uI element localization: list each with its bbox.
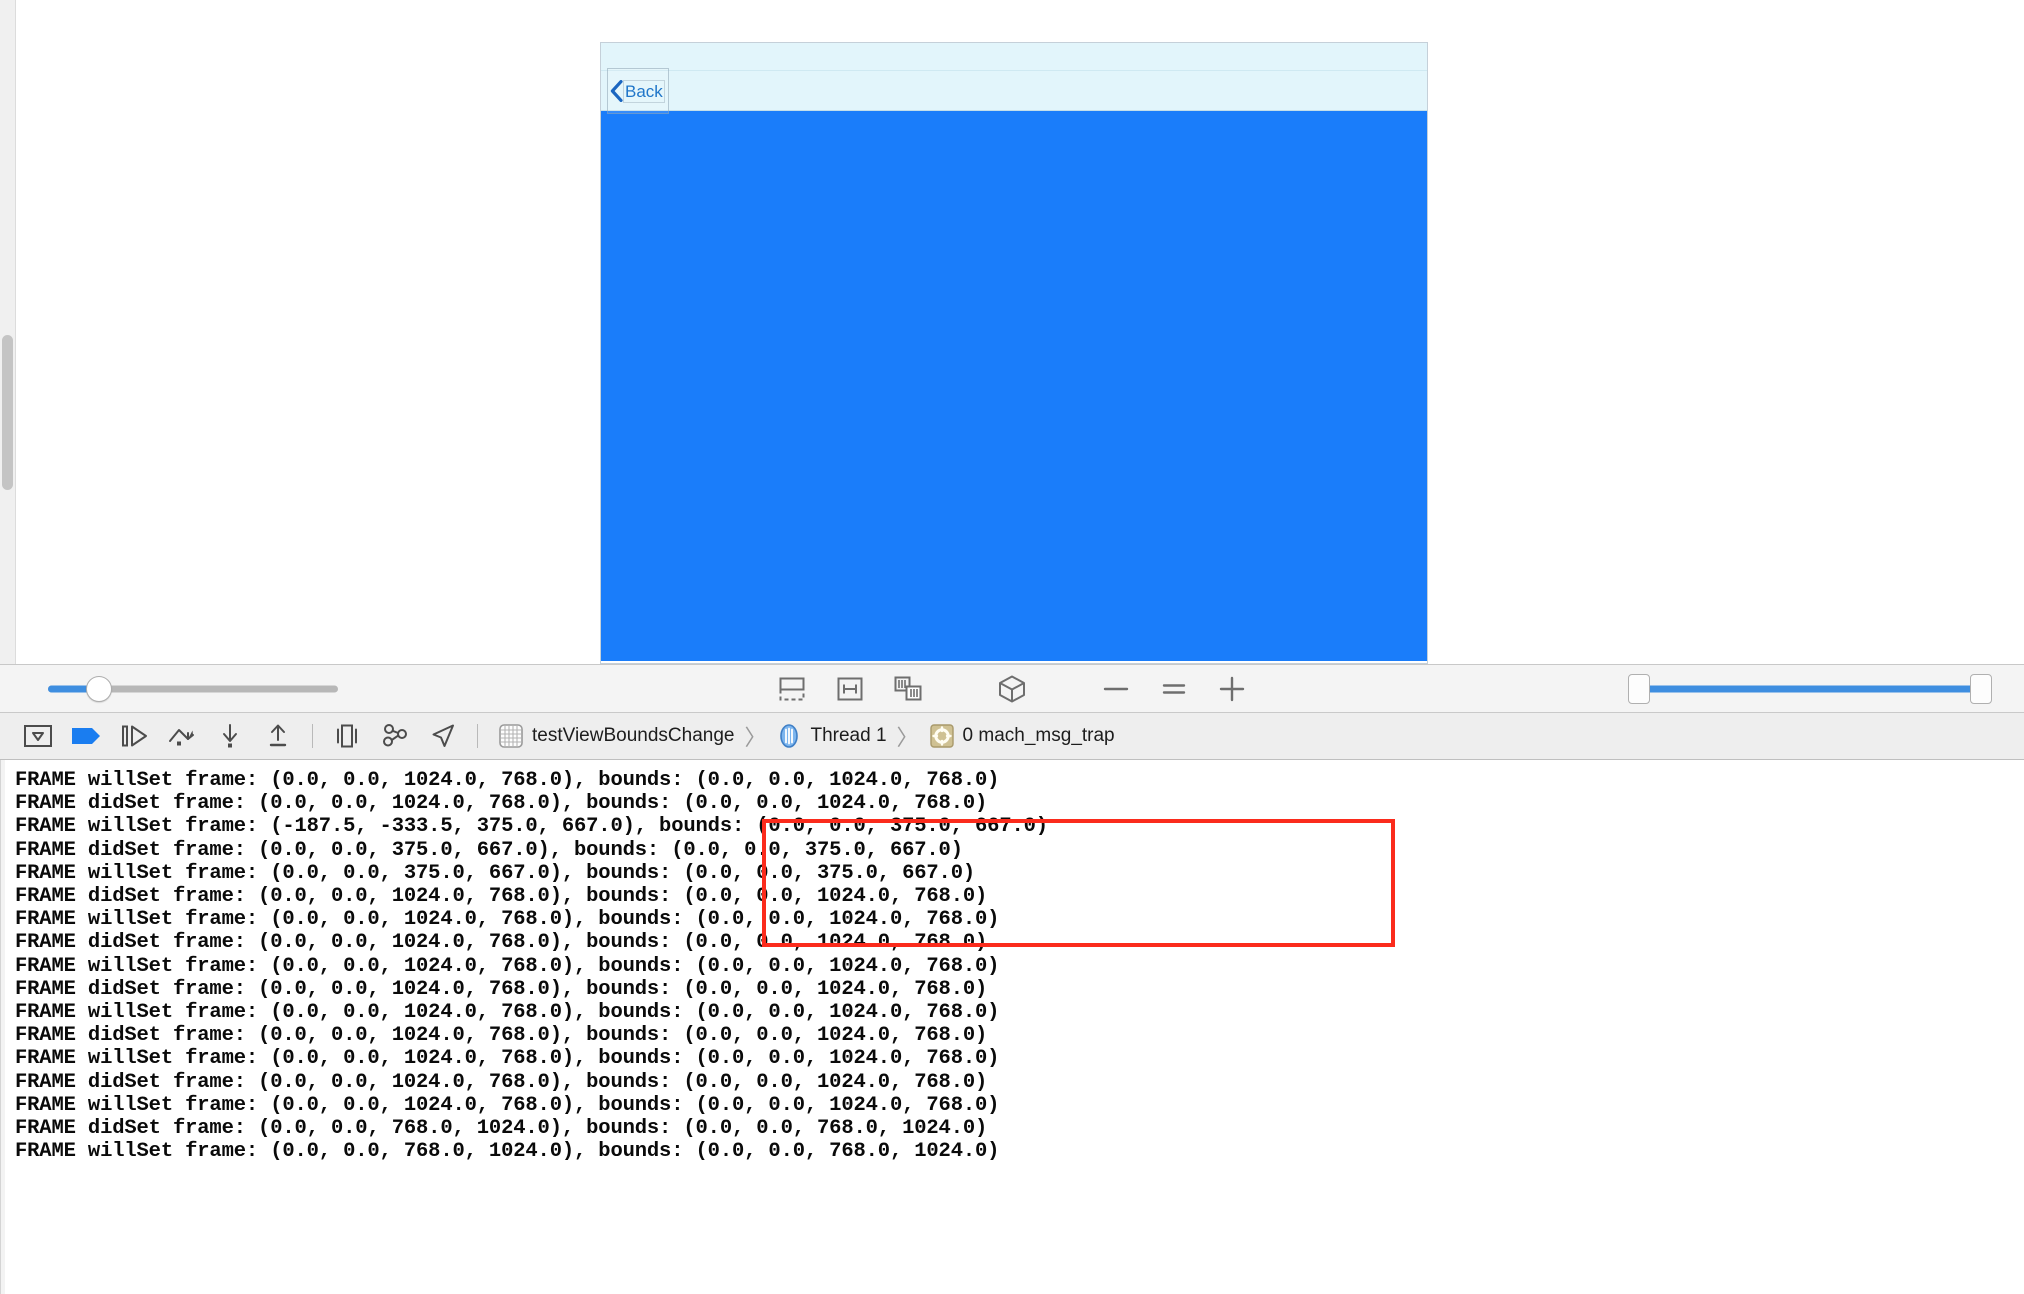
process-grid-icon (499, 724, 523, 748)
console-line: FRAME willSet frame: (0.0, 0.0, 1024.0, … (15, 1047, 1000, 1071)
canvas-vertical-scrollbar[interactable] (0, 0, 16, 664)
hide-debug-area-button[interactable] (14, 719, 62, 753)
console-line: FRAME willSet frame: (0.0, 0.0, 1024.0, … (15, 954, 1000, 978)
view-hierarchy-icon (337, 724, 357, 748)
view-debugger-canvas[interactable]: Back (0, 0, 2024, 665)
step-into-icon (223, 724, 237, 748)
step-out-button[interactable] (254, 719, 302, 753)
memory-graph-icon (383, 724, 407, 747)
console-line: FRAME didSet frame: (0.0, 0.0, 1024.0, 7… (15, 1070, 988, 1094)
adjust-view-mode-icon[interactable] (890, 672, 926, 706)
debug-view-hierarchy-button[interactable] (323, 719, 371, 753)
simulate-location-button[interactable] (419, 719, 467, 753)
step-into-button[interactable] (206, 719, 254, 753)
debug-bar-divider (312, 724, 313, 748)
location-arrow-icon (432, 724, 454, 747)
continue-execution-icon (122, 725, 147, 747)
breadcrumb-separator: 〉 (744, 725, 767, 750)
console-line: FRAME willSet frame: (0.0, 0.0, 1024.0, … (15, 908, 1000, 932)
console-gutter (1, 760, 5, 1294)
range-track (1642, 685, 1978, 692)
breadcrumb-process[interactable]: testViewBoundsChange (494, 723, 738, 749)
range-handle-max[interactable] (1970, 673, 1992, 704)
breadcrumb-thread-label: Thread 1 (810, 725, 887, 746)
continue-button[interactable] (110, 719, 158, 753)
xcode-view-debugger-window: Back testViewBoundsChange 〉 Thread 1 〉 0… (0, 0, 2024, 1294)
breakpoint-arrow-icon (72, 728, 100, 744)
ios-navigation-bar: Back (601, 69, 1427, 113)
ios-content-view (601, 111, 1427, 661)
debug-bar-divider (477, 724, 478, 748)
console-line: FRAME willSet frame: (-187.5, -333.5, 37… (15, 815, 1048, 839)
show-clipped-content-icon[interactable] (774, 672, 810, 706)
console-line: FRAME didSet frame: (0.0, 0.0, 1024.0, 7… (15, 792, 988, 816)
ios-status-bar (601, 43, 1427, 71)
scrollbar-thumb[interactable] (2, 335, 13, 490)
console-line: FRAME willSet frame: (0.0, 0.0, 1024.0, … (15, 769, 1000, 792)
breadcrumb: testViewBoundsChange 〉 Thread 1 〉 0 mach… (494, 720, 1119, 752)
step-out-icon (269, 724, 287, 747)
breadcrumb-frame[interactable]: 0 mach_msg_trap (925, 723, 1119, 749)
breadcrumb-separator: 〉 (896, 725, 919, 750)
console-line: FRAME didSet frame: (0.0, 0.0, 768.0, 10… (15, 1117, 988, 1141)
console-line: FRAME willSet frame: (0.0, 0.0, 1024.0, … (15, 1093, 1000, 1117)
console-line: FRAME didSet frame: (0.0, 0.0, 1024.0, 7… (15, 885, 988, 909)
thread-icon (780, 724, 799, 748)
zoom-out-icon[interactable] (1098, 672, 1134, 706)
view-spacing-slider[interactable] (48, 675, 338, 702)
view-debugger-toolbar (0, 665, 2024, 713)
console-output[interactable]: FRAME willSet frame: (0.0, 0.0, 1024.0, … (0, 760, 2024, 1294)
console-line: FRAME didSet frame: (0.0, 0.0, 1024.0, 7… (15, 1024, 988, 1048)
console-line: FRAME willSet frame: (0.0, 0.0, 375.0, 6… (15, 861, 976, 885)
wireframe-cube-icon[interactable] (994, 672, 1030, 706)
chevron-left-icon (610, 80, 623, 102)
debug-bar: testViewBoundsChange 〉 Thread 1 〉 0 mach… (0, 713, 2024, 760)
show-constraints-icon[interactable] (832, 672, 868, 706)
zoom-in-icon[interactable] (1214, 672, 1250, 706)
back-button-label: Back (625, 81, 663, 101)
zoom-actual-size-icon[interactable] (1156, 672, 1192, 706)
step-over-button[interactable] (158, 719, 206, 753)
console-line-list: FRAME willSet frame: (0.0, 0.0, 1024.0, … (15, 769, 2024, 1163)
console-line: FRAME willSet frame: (0.0, 0.0, 1024.0, … (15, 1001, 1000, 1025)
console-line: FRAME didSet frame: (0.0, 0.0, 375.0, 66… (15, 838, 963, 862)
console-line: FRAME didSet frame: (0.0, 0.0, 1024.0, 7… (15, 977, 988, 1001)
deactivate-breakpoints-button[interactable] (62, 719, 110, 753)
breadcrumb-thread[interactable]: Thread 1 (772, 723, 890, 749)
hide-debug-area-icon (24, 725, 52, 747)
view-depth-range-slider[interactable] (1628, 673, 1992, 704)
step-over-icon (169, 729, 194, 746)
back-button[interactable]: Back (608, 69, 668, 113)
console-line: FRAME didSet frame: (0.0, 0.0, 1024.0, 7… (15, 931, 988, 955)
breadcrumb-frame-label: 0 mach_msg_trap (962, 725, 1115, 746)
view-debugger-tool-cluster (774, 672, 1250, 706)
device-view-snapshot[interactable]: Back (601, 43, 1427, 663)
range-handle-min[interactable] (1628, 673, 1650, 704)
slider-knob[interactable] (86, 675, 112, 702)
console-line: FRAME willSet frame: (0.0, 0.0, 768.0, 1… (15, 1140, 1000, 1164)
stack-frame-icon (929, 724, 954, 748)
debug-memory-graph-button[interactable] (371, 719, 419, 753)
breadcrumb-process-label: testViewBoundsChange (532, 725, 735, 746)
